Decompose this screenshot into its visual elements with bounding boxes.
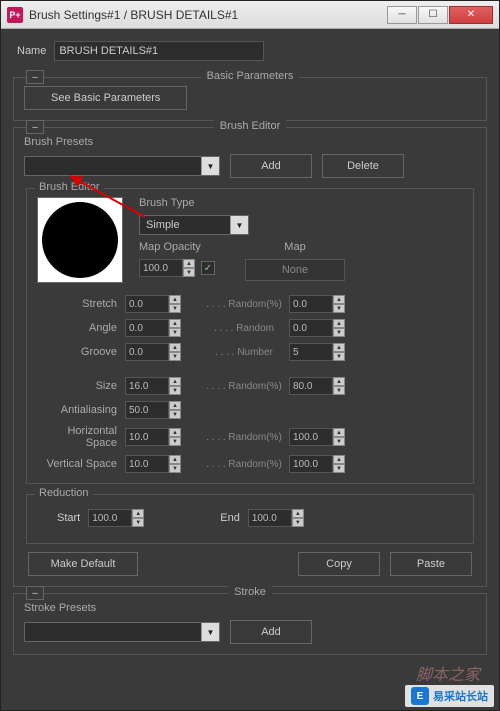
size-spinner[interactable]: ▲▼ xyxy=(125,377,185,395)
collapse-basic-button[interactable]: – xyxy=(26,70,44,84)
vspace-spinner[interactable]: ▲▼ xyxy=(125,455,185,473)
titlebar[interactable]: P+ Brush Settings#1 / BRUSH DETAILS#1 ─ … xyxy=(1,1,499,29)
chevron-down-icon: ▼ xyxy=(201,623,219,641)
basic-legend: Basic Parameters xyxy=(201,70,300,82)
brush-editor-inner: Brush Editor Brush Type Simple ▼ xyxy=(26,188,474,484)
stroke-section: – Stroke Stroke Presets ▼ Add xyxy=(13,593,487,655)
watermark-icon: E xyxy=(411,687,429,705)
stroke-preset-dropdown[interactable]: ▼ xyxy=(24,622,220,642)
brush-type-value: Simple xyxy=(140,219,230,231)
spinner-up-icon[interactable]: ▲ xyxy=(183,259,195,268)
inner-editor-label: Brush Editor xyxy=(35,181,104,193)
reduction-end-spinner[interactable]: ▲▼ xyxy=(248,509,304,527)
content-area: Name – Basic Parameters See Basic Parame… xyxy=(1,29,499,669)
brush-settings-window: P+ Brush Settings#1 / BRUSH DETAILS#1 ─ … xyxy=(0,0,500,711)
chevron-down-icon: ▼ xyxy=(230,216,248,234)
reduction-start-spinner[interactable]: ▲▼ xyxy=(88,509,144,527)
editor-legend: Brush Editor xyxy=(214,120,287,132)
antialiasing-label: Antialiasing xyxy=(37,404,125,416)
brush-circle-icon xyxy=(42,202,118,278)
groove-spinner[interactable]: ▲▼ xyxy=(125,343,185,361)
spinner-down-icon[interactable]: ▼ xyxy=(183,268,195,277)
brush-type-label: Brush Type xyxy=(139,197,463,209)
basic-parameters-section: – Basic Parameters See Basic Parameters xyxy=(13,77,487,121)
name-input[interactable] xyxy=(54,41,264,61)
hspace-random-spinner[interactable]: ▲▼ xyxy=(289,428,349,446)
size-random-label: . . . . Random(%) xyxy=(199,381,289,392)
maximize-button[interactable]: ☐ xyxy=(418,6,448,24)
vspace-random-spinner[interactable]: ▲▼ xyxy=(289,455,349,473)
stretch-spinner[interactable]: ▲▼ xyxy=(125,295,185,313)
minimize-button[interactable]: ─ xyxy=(387,6,417,24)
stretch-random-label: . . . . Random(%) xyxy=(199,299,289,310)
close-button[interactable]: ✕ xyxy=(449,6,493,24)
brush-type-dropdown[interactable]: Simple ▼ xyxy=(139,215,249,235)
stretch-label: Stretch xyxy=(37,298,125,310)
brush-editor-section: – Brush Editor Brush Presets ▼ Add Delet… xyxy=(13,127,487,587)
collapse-editor-button[interactable]: – xyxy=(26,120,44,134)
copy-button[interactable]: Copy xyxy=(298,552,380,576)
hspace-random-label: . . . . Random(%) xyxy=(199,432,289,443)
size-label: Size xyxy=(37,380,125,392)
antialiasing-spinner[interactable]: ▲▼ xyxy=(125,401,185,419)
groove-label: Groove xyxy=(37,346,125,358)
map-opacity-label: Map Opacity xyxy=(139,241,215,253)
watermark-text: 易采站长站 xyxy=(433,688,488,704)
chevron-down-icon: ▼ xyxy=(201,157,219,175)
angle-spinner[interactable]: ▲▼ xyxy=(125,319,185,337)
brush-presets-label: Brush Presets xyxy=(24,136,476,148)
reduction-legend: Reduction xyxy=(35,487,93,499)
watermark: E 易采站长站 xyxy=(405,685,494,707)
vspace-label: Vertical Space xyxy=(37,458,125,470)
vspace-random-label: . . . . Random(%) xyxy=(199,459,289,470)
preset-add-button[interactable]: Add xyxy=(230,154,312,178)
groove-number-spinner[interactable]: ▲▼ xyxy=(289,343,349,361)
paste-button[interactable]: Paste xyxy=(390,552,472,576)
hspace-spinner[interactable]: ▲▼ xyxy=(125,428,185,446)
name-label: Name xyxy=(17,45,46,57)
reduction-start-label: Start xyxy=(57,512,80,524)
watermark-cn: 脚本之家 xyxy=(416,661,480,685)
brush-preset-dropdown[interactable]: ▼ xyxy=(24,156,220,176)
app-icon: P+ xyxy=(7,7,23,23)
map-none-button[interactable]: None xyxy=(245,259,345,281)
map-label: Map xyxy=(245,241,345,253)
hspace-label: Horizontal Space xyxy=(37,425,125,449)
size-random-spinner[interactable]: ▲▼ xyxy=(289,377,349,395)
reduction-section: Reduction Start ▲▼ End ▲▼ xyxy=(26,494,474,544)
map-opacity-spinner[interactable]: ▲▼ xyxy=(139,259,195,277)
groove-number-label: . . . . Number xyxy=(199,347,289,358)
map-opacity-checkbox[interactable]: ✓ xyxy=(201,261,215,275)
angle-label: Angle xyxy=(37,322,125,334)
window-title: Brush Settings#1 / BRUSH DETAILS#1 xyxy=(29,8,387,22)
make-default-button[interactable]: Make Default xyxy=(28,552,138,576)
stroke-add-button[interactable]: Add xyxy=(230,620,312,644)
see-basic-button[interactable]: See Basic Parameters xyxy=(24,86,187,110)
brush-preview[interactable] xyxy=(37,197,123,283)
preset-delete-button[interactable]: Delete xyxy=(322,154,404,178)
stretch-random-spinner[interactable]: ▲▼ xyxy=(289,295,349,313)
collapse-stroke-button[interactable]: – xyxy=(26,586,44,600)
stroke-legend: Stroke xyxy=(228,586,272,598)
stroke-presets-label: Stroke Presets xyxy=(24,602,476,614)
angle-random-label: . . . . Random xyxy=(199,323,289,334)
angle-random-spinner[interactable]: ▲▼ xyxy=(289,319,349,337)
reduction-end-label: End xyxy=(220,512,240,524)
map-opacity-input[interactable] xyxy=(139,259,183,277)
